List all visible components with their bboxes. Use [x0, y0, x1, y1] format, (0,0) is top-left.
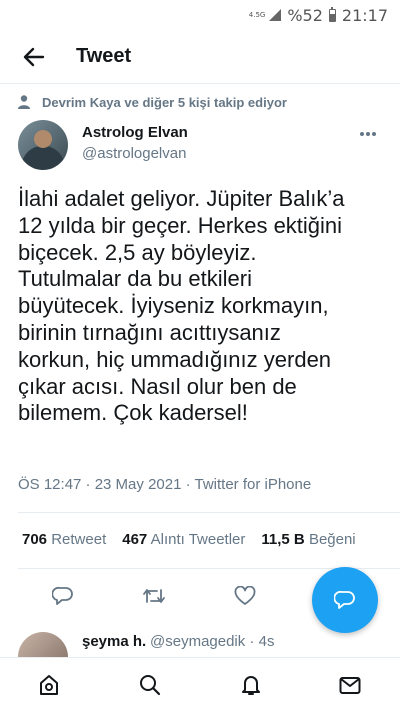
tweet-text-line: 12 yılda bir geçer. Herkes ektiğini	[18, 212, 343, 238]
avatar[interactable]	[18, 120, 68, 170]
search-icon	[140, 675, 161, 696]
author-handle[interactable]: @astrologelvan	[82, 145, 186, 162]
compose-reply-button[interactable]	[312, 567, 378, 633]
tweet-text-line: bilemem. Çok kadersel!	[18, 400, 248, 426]
tweet-stats: 706 Retweet 467 Alıntı Tweetler 11,5 B B…	[22, 531, 392, 548]
notifications-icon	[242, 676, 260, 695]
nav-notifications[interactable]	[237, 671, 265, 699]
tweet-text-line: biçecek. 2,5 ay böyleyiz.	[18, 239, 257, 265]
tweet-text-line: çıkar acısı. Nasıl olur ben de	[18, 373, 297, 399]
tweet-text-line: Tutulmalar da bu etkileri	[18, 266, 252, 292]
quotes-count: 467	[122, 531, 148, 548]
likes-label: Beğeni	[308, 531, 356, 548]
battery-icon	[328, 6, 336, 22]
likes-count: 11,5 B	[261, 531, 305, 548]
reply-icon	[52, 586, 73, 605]
reply-author-name[interactable]: şeyma h.	[82, 633, 146, 650]
social-context-text: Devrim Kaya ve diğer 5 kişi takip ediyor	[42, 94, 287, 110]
author-name[interactable]: Astrolog Elvan	[82, 124, 188, 141]
reply-preview[interactable]: şeyma h. @seymagedik · 4s	[18, 628, 398, 658]
reply-author-handle: @seymagedik · 4s	[150, 633, 275, 650]
nav-search[interactable]	[136, 671, 164, 699]
tweet-text-line: büyütecek. İyiyseniz korkmayın,	[18, 293, 329, 319]
tweet-text-line: birinin tırnağını acıttıysanız	[18, 319, 281, 345]
heart-icon	[234, 586, 256, 605]
reply-avatar[interactable]	[18, 632, 68, 658]
battery-percent: %52	[287, 5, 323, 25]
arrow-left-icon	[23, 47, 45, 66]
tweet-text: İlahi adalet geliyor. Jüpiter Balık’a 12…	[18, 186, 390, 427]
quotes-label: Alıntı Tweetler	[150, 531, 246, 548]
retweet-button[interactable]	[140, 582, 168, 610]
home-icon	[40, 675, 58, 695]
retweets-stat[interactable]: 706 Retweet	[22, 531, 106, 548]
likes-stat[interactable]: 11,5 B Beğeni	[261, 531, 355, 548]
clock: 21:17	[341, 5, 388, 25]
back-button[interactable]	[12, 35, 56, 79]
more-icon	[360, 132, 376, 136]
quotes-stat[interactable]: 467 Alıntı Tweetler	[122, 531, 245, 548]
divider	[18, 512, 400, 513]
tweet-author: Astrolog Elvan @astrologelvan	[18, 120, 388, 172]
app-header: Tweet	[0, 30, 400, 84]
like-button[interactable]	[231, 582, 259, 610]
tweet-meta: ÖS 12:47 · 23 May 2021 · Twitter for iPh…	[18, 476, 312, 493]
page-title: Tweet	[76, 45, 132, 67]
person-icon	[18, 95, 30, 109]
tweet-text-line: korkun, hiç ummadığınız yerden	[18, 346, 332, 372]
nav-home[interactable]	[35, 671, 63, 699]
network-indicator: 4.5G	[248, 10, 266, 19]
reply-bubble-icon	[334, 590, 355, 609]
retweets-count: 706	[22, 531, 48, 548]
social-context[interactable]: Devrim Kaya ve diğer 5 kişi takip ediyor	[16, 94, 287, 110]
more-options-button[interactable]	[356, 122, 380, 146]
messages-icon	[339, 677, 361, 694]
status-bar: 4.5G %52 21:17	[0, 0, 400, 30]
nav-messages[interactable]	[336, 671, 364, 699]
bottom-nav	[0, 657, 400, 711]
tweet-text-line: İlahi adalet geliyor. Jüpiter Balık’a	[18, 186, 345, 211]
reply-button[interactable]	[49, 582, 77, 610]
retweets-label: Retweet	[51, 531, 107, 548]
retweet-icon	[143, 589, 165, 603]
signal-icon	[269, 9, 282, 21]
